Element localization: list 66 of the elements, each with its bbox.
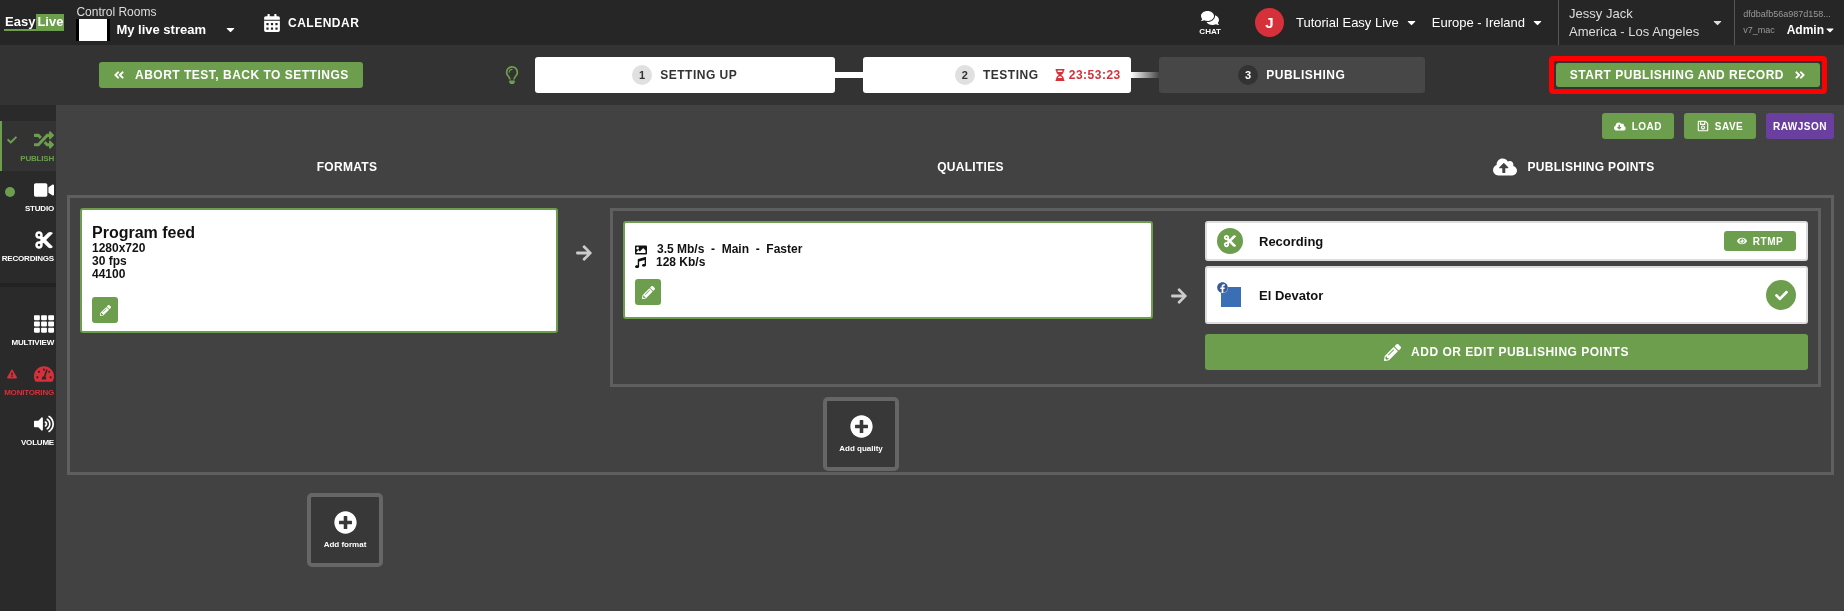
arrow-right-icon: [575, 244, 593, 262]
add-format-button[interactable]: Add format: [307, 493, 383, 567]
format-detail: 30 fps: [92, 255, 128, 268]
pencil-icon: [641, 285, 655, 299]
user-avatar[interactable]: J: [1255, 8, 1284, 37]
room-thumbnail: [76, 18, 111, 41]
chat-button[interactable]: CHAT: [1193, 8, 1227, 37]
plus-icon: [849, 415, 873, 438]
avatar-photo-placeholder: [1221, 287, 1241, 307]
edit-button[interactable]: [635, 279, 661, 305]
double-right-icon: [1793, 69, 1806, 81]
toolbar-button[interactable]: RAWJSON: [1766, 113, 1834, 139]
chat-icon: [1201, 9, 1220, 27]
eye-icon: [1736, 236, 1747, 246]
session-id: dfdbafb56a987d158...: [1743, 8, 1832, 19]
step-number: 3: [1238, 65, 1259, 85]
logo: EasyLive: [4, 14, 65, 31]
column-heading: QUALITIES: [937, 160, 1004, 174]
step-number: 2: [955, 65, 976, 85]
calendar-link[interactable]: CALENDAR: [257, 12, 366, 33]
publishing-point-name: Recording: [1259, 233, 1325, 249]
calendar-icon: [263, 13, 281, 32]
version-label: v7_mac: [1743, 24, 1775, 35]
cloud-download-icon: [1614, 119, 1626, 133]
format-detail: 44100: [92, 268, 127, 281]
shuffle-icon: [34, 129, 54, 150]
region-dropdown[interactable]: Europe - Ireland: [1431, 15, 1545, 30]
speaker-icon: [34, 413, 54, 434]
plus-icon: [333, 511, 357, 534]
step-label: PUBLISHING: [1266, 68, 1346, 82]
format-title: Program feed: [92, 224, 197, 242]
format-detail: 1280x720: [92, 242, 147, 255]
edit-button[interactable]: [92, 297, 118, 323]
sidebar-item[interactable]: MULTIVIEW: [0, 305, 56, 355]
pencil-icon: [99, 304, 111, 316]
column-heading: PUBLISHING POINTS: [1527, 160, 1655, 174]
control-rooms-label: Control Rooms: [76, 4, 158, 19]
gauge-icon: [34, 363, 54, 384]
add-quality-button[interactable]: Add quality: [823, 397, 899, 471]
sidebar-item[interactable]: STUDIO: [0, 171, 56, 221]
step-number: 1: [632, 65, 653, 85]
double-left-icon: [113, 69, 125, 81]
countdown-timer: 23:53:23: [1053, 68, 1121, 82]
pencil-icon: [1384, 343, 1402, 361]
check-icon: [1774, 288, 1788, 302]
scissors-icon: [34, 229, 54, 250]
sidebar-item[interactable]: VOLUME: [0, 405, 56, 455]
grid-icon: [34, 313, 54, 334]
column-heading: FORMATS: [316, 160, 378, 174]
video-quality: 3.5 Mb/s - Main - Faster: [657, 243, 803, 256]
facebook-icon: [1217, 282, 1228, 293]
step-label: TESTING: [983, 68, 1039, 82]
step-connector: [1130, 72, 1159, 78]
control-room-dropdown[interactable]: My live stream: [116, 22, 237, 37]
sidebar-item[interactable]: PUBLISH: [0, 121, 56, 171]
recording-icon: [1217, 228, 1243, 254]
music-note-icon: [635, 257, 646, 268]
organization-dropdown[interactable]: Tutorial Easy Live: [1296, 15, 1418, 30]
hourglass-icon: [1053, 69, 1066, 81]
sidebar-item[interactable]: RECORDINGS: [0, 221, 56, 271]
audio-quality: 128 Kb/s: [656, 256, 706, 269]
arrow-right-icon: [1170, 286, 1188, 305]
role-dropdown[interactable]: Admin: [1786, 22, 1836, 37]
image-icon: [635, 243, 647, 256]
step-label: SETTING UP: [660, 68, 738, 82]
publishing-point-name: El Devator: [1259, 287, 1325, 303]
